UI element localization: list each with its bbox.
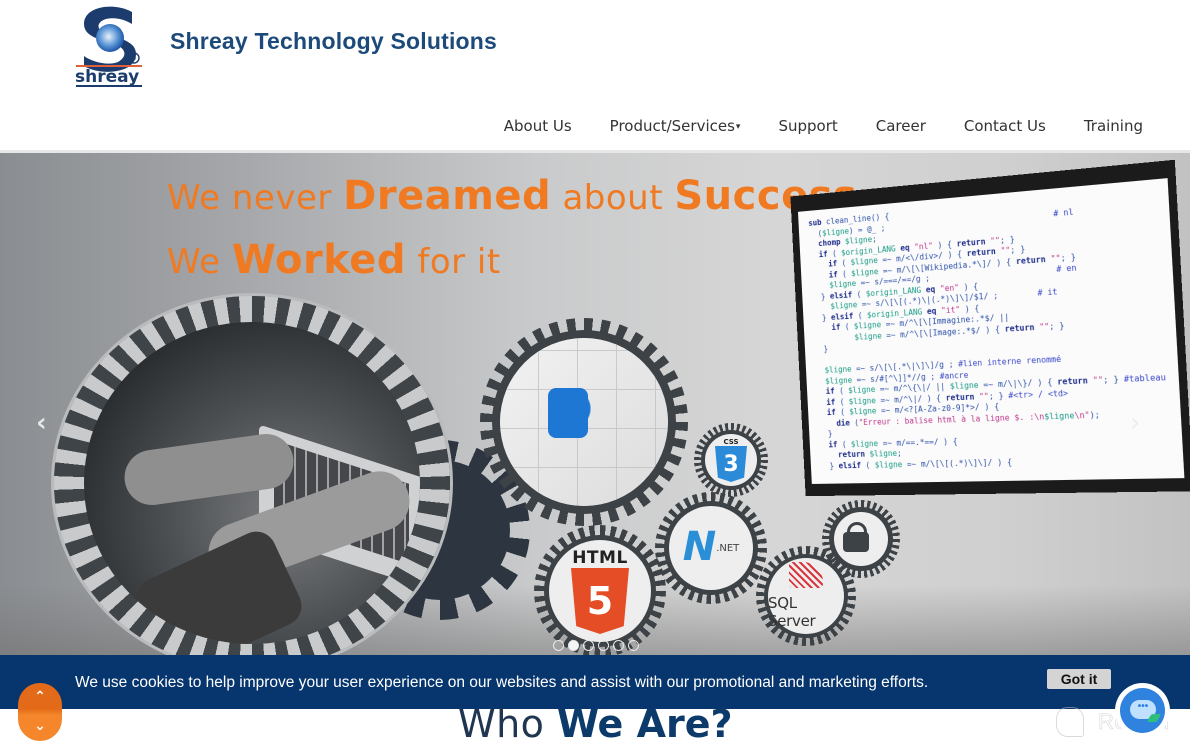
dotnet-label: .NET (716, 543, 740, 554)
nav-career[interactable]: Career (876, 117, 926, 135)
dotnet-gear: N.NET (655, 492, 767, 604)
chevron-down-icon: ▾ (735, 121, 741, 132)
css3-icon: CSS 3 (705, 434, 757, 486)
missing-puzzle-piece (548, 388, 588, 438)
chat-button[interactable]: ••• (1115, 683, 1170, 738)
nav-contact-us[interactable]: Contact Us (964, 117, 1046, 135)
sql-server-icon: SQL Server (768, 558, 844, 634)
brand-name[interactable]: Shreay Technology Solutions (170, 28, 497, 55)
hero-headline: We never Dreamed about Success, We Worke… (167, 168, 873, 296)
slider-dot[interactable] (553, 640, 564, 651)
css3-shield: 3 (715, 446, 747, 482)
slider-dot[interactable] (583, 640, 594, 651)
camera-badge (834, 512, 888, 566)
cookie-banner: We use cookies to help improve your user… (0, 655, 1190, 709)
nav-support[interactable]: Support (778, 117, 837, 135)
puzzle-gear (480, 318, 688, 526)
slider-pagination (553, 640, 639, 651)
site-header: ® shreay Shreay Technology Solutions Abo… (0, 0, 1190, 150)
headline-line-2: We Worked for it (167, 232, 873, 296)
css3-gear: CSS 3 (694, 423, 768, 497)
slider-dot[interactable] (628, 640, 639, 651)
headline-text: We never (167, 178, 344, 218)
code-display: sub clean_line() { ($ligne) = @_ ; # nl … (790, 159, 1190, 497)
dotnet-logo: N.NET (682, 524, 740, 570)
slider-prev-button[interactable]: ‹ (36, 410, 58, 436)
code-snippet: sub clean_line() { ($ligne) = @_ ; # nl … (798, 178, 1184, 480)
slider-next-button[interactable]: › (1130, 410, 1152, 436)
nav-about-us[interactable]: About Us (504, 117, 572, 135)
headline-text: We (167, 242, 232, 282)
puzzle-icon (500, 338, 668, 506)
section-title: Who We Are? (458, 702, 733, 746)
css3-label: CSS (723, 438, 739, 446)
video-camera-icon (841, 522, 881, 556)
headline-emphasis: Dreamed (343, 173, 552, 219)
section-title-light: Who (458, 702, 557, 746)
nav-product-services-label: Product/Services (609, 117, 735, 135)
sql-server-logo (789, 562, 823, 588)
nav-product-services[interactable]: Product/Services▾ (610, 117, 741, 135)
page: ® shreay Shreay Technology Solutions Abo… (0, 0, 1190, 753)
main-nav: About Us Product/Services▾ Support Caree… (466, 117, 1143, 135)
logo-wordmark: shreay (75, 67, 139, 87)
chat-icon: ••• (1120, 688, 1165, 733)
html5-icon: HTML 5 (549, 540, 651, 642)
html5-gear: HTML 5 (534, 525, 666, 657)
html5-shield: 5 (571, 568, 629, 634)
nav-training[interactable]: Training (1084, 117, 1143, 135)
revain-logo-icon (1056, 707, 1084, 737)
headline-text: about (551, 178, 675, 218)
headline-line-1: We never Dreamed about Success, (167, 168, 873, 232)
laptop-typing-image (84, 322, 420, 644)
cookie-message: We use cookies to help improve your user… (75, 674, 929, 691)
dotnet-icon: N.NET (669, 506, 753, 590)
chevron-down-icon: ⌄ (34, 718, 46, 734)
cookie-accept-button[interactable]: Got it (1047, 669, 1111, 689)
slider-dot[interactable] (598, 640, 609, 651)
sql-server-label: SQL Server (768, 594, 816, 630)
slider-dot-active[interactable] (568, 640, 579, 651)
chevron-right-icon: › (1130, 408, 1141, 438)
headline-emphasis: Worked (231, 237, 407, 283)
registered-mark: ® (132, 56, 137, 63)
html5-label: HTML (572, 548, 628, 568)
scroll-up-button[interactable]: ⌃ (18, 683, 62, 712)
shreay-logo[interactable]: ® shreay (74, 4, 144, 88)
section-title-bold: We Are? (557, 702, 733, 746)
chevron-left-icon: ‹ (36, 408, 47, 438)
scroll-controls: ⌃ ⌄ (18, 683, 62, 741)
headline-text: for it (406, 242, 501, 282)
slider-dot[interactable] (613, 640, 624, 651)
scroll-down-button[interactable]: ⌄ (18, 712, 62, 741)
projector-screen: sub clean_line() { ($ligne) = @_ ; # nl … (790, 159, 1190, 518)
chevron-up-icon: ⌃ (34, 689, 46, 705)
